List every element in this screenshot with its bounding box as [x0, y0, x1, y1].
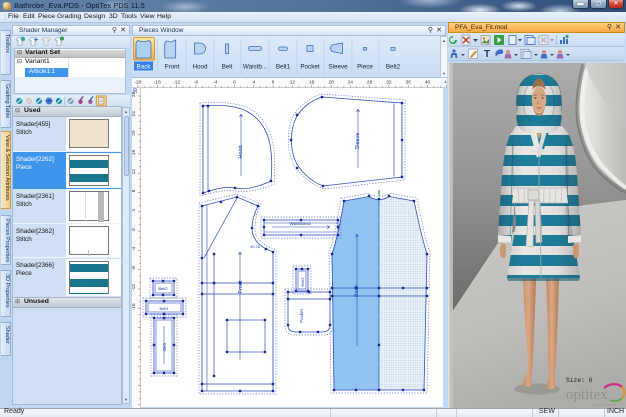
svg-text:Piece: Piece [357, 64, 373, 71]
svg-text:Belt1: Belt1 [276, 64, 291, 71]
svg-text:-8: -8 [194, 80, 199, 86]
svg-text:-12: -12 [131, 284, 137, 291]
svg-text:12: 12 [131, 169, 137, 175]
svg-text:16: 16 [131, 149, 137, 155]
svg-text:20: 20 [328, 80, 334, 86]
svg-text:16: 16 [309, 80, 315, 86]
svg-text:-8: -8 [131, 266, 137, 271]
svg-text:28: 28 [367, 80, 373, 86]
svg-text:software that fits: software that fits [590, 403, 616, 407]
svg-text:-16: -16 [131, 303, 137, 310]
svg-text:24: 24 [131, 111, 137, 117]
svg-text:-4: -4 [213, 80, 218, 86]
svg-text:0: 0 [131, 228, 137, 231]
svg-text:Pocket: Pocket [300, 64, 320, 71]
svg-text:Waistb...: Waistb... [243, 64, 268, 71]
svg-text:8: 8 [272, 80, 275, 86]
svg-text:Back: Back [137, 64, 152, 71]
svg-text:32: 32 [386, 80, 392, 86]
svg-text:Hood: Hood [192, 64, 208, 71]
svg-text:36: 36 [406, 80, 412, 86]
svg-text:-12: -12 [173, 80, 180, 86]
svg-text:12: 12 [290, 80, 296, 86]
svg-text:optitex: optitex [566, 387, 608, 403]
svg-text:-4: -4 [131, 246, 137, 251]
svg-text:40: 40 [425, 80, 431, 86]
svg-text:Belt2: Belt2 [386, 64, 401, 71]
svg-text:20: 20 [131, 130, 137, 136]
svg-text:4: 4 [252, 80, 255, 86]
svg-text:4: 4 [131, 209, 137, 212]
svg-text:-16: -16 [154, 80, 161, 86]
svg-text:0: 0 [233, 80, 236, 86]
svg-text:Sleeve: Sleeve [328, 64, 348, 71]
svg-text:Belt: Belt [222, 64, 233, 71]
svg-text:-20: -20 [135, 80, 142, 86]
svg-text:Front: Front [165, 64, 180, 71]
svg-text:24: 24 [348, 80, 354, 86]
svg-text:T: T [484, 49, 490, 60]
svg-text:8: 8 [131, 189, 137, 192]
